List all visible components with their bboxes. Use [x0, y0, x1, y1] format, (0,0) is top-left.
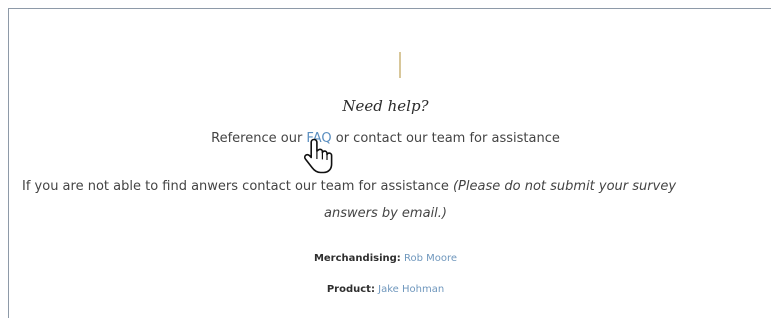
- reference-suffix: or contact our team for assistance: [331, 131, 560, 146]
- contact-name-link[interactable]: Rob Moore: [404, 253, 457, 264]
- contact-name-link[interactable]: Jake Hohman: [378, 284, 444, 295]
- reference-line: Reference our FAQ or contact our team fo…: [0, 131, 771, 146]
- info-note-end: answers by email.): [324, 206, 447, 221]
- info-note-start: (Please do not submit your survey: [452, 179, 677, 194]
- contact-label: Merchandising:: [313, 253, 401, 264]
- faq-link[interactable]: FAQ: [306, 131, 331, 146]
- accent-divider: [399, 52, 401, 78]
- help-panel: Need help? Reference our FAQ or contact …: [0, 0, 771, 318]
- contact-label: Product:: [326, 284, 375, 295]
- reference-prefix: Reference our: [211, 131, 307, 146]
- contact-merchandising: Merchandising: Rob Moore: [0, 253, 771, 264]
- contact-product: Product: Jake Hohman: [0, 284, 771, 295]
- info-text: If you are not able to find anwers conta…: [22, 179, 453, 194]
- info-line-1: If you are not able to find anwers conta…: [22, 179, 771, 194]
- help-heading: Need help?: [342, 97, 429, 115]
- top-border: [8, 8, 771, 9]
- left-border: [8, 8, 9, 318]
